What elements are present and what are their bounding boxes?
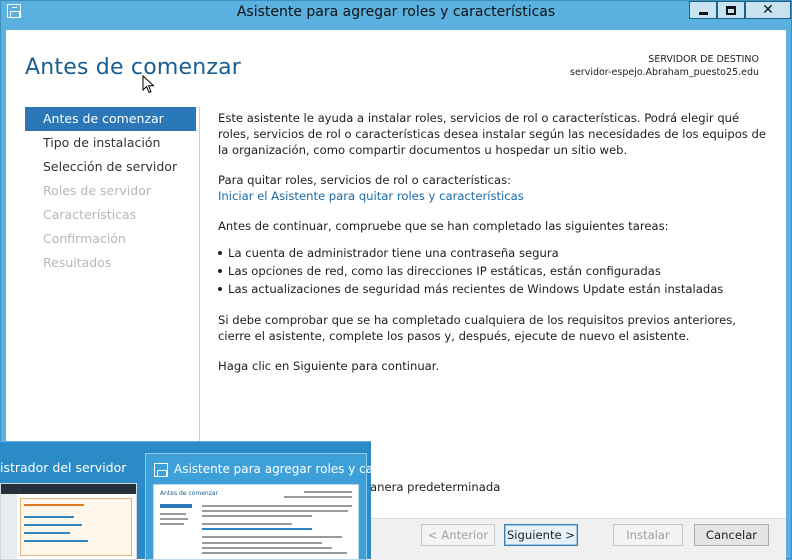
thumbnail-sidebar — [1, 494, 17, 559]
thumbnail-line — [202, 523, 292, 525]
thumbnail-line — [160, 513, 186, 515]
remove-section: Para quitar roles, servicios de rol o ca… — [218, 172, 770, 204]
list-item: Las actualizaciones de seguridad más rec… — [218, 280, 770, 298]
thumbnail-page-title: Antes de comenzar — [160, 490, 218, 497]
mouse-pointer-icon — [142, 75, 155, 94]
window-title: Asistente para agregar roles y caracterí… — [236, 4, 556, 20]
install-button[interactable]: Instalar — [613, 524, 683, 546]
thumbnail-header — [1, 484, 136, 494]
list-item: La cuenta de administrador tiene una con… — [218, 244, 770, 262]
intro-paragraph: Este asistente le ayuda a instalar roles… — [218, 111, 767, 157]
minimize-icon — [698, 11, 708, 15]
skip-page-by-default-label[interactable]: anera predeterminada — [370, 480, 500, 494]
thumbnail-line — [202, 505, 352, 507]
remove-roles-wizard-link[interactable]: Iniciar el Asistente para quitar roles y… — [218, 188, 770, 204]
minimize-button[interactable] — [689, 1, 717, 19]
thumbnail-wizard[interactable]: Asistente para agregar roles y ca... Ant… — [145, 453, 385, 560]
list-item: Las opciones de red, como las direccione… — [218, 262, 770, 280]
thumbnail-nav-active — [160, 504, 192, 508]
close-icon: ✕ — [762, 2, 774, 18]
tasks-list: La cuenta de administrador tiene una con… — [218, 244, 770, 298]
destination-server-label: SERVIDOR DE DESTINO — [648, 54, 759, 65]
nav-item-caracteristicas: Características — [43, 207, 137, 222]
nav-item-antes-de-comenzar[interactable]: Antes de comenzar — [25, 107, 196, 131]
previous-button[interactable]: < Anterior — [421, 524, 495, 546]
thumbnail-preview-server-manager[interactable] — [0, 483, 137, 560]
wizard-content: Este asistente le ayuda a instalar roles… — [218, 110, 770, 388]
thumbnail-line — [202, 542, 322, 544]
thumbnail-line — [202, 528, 312, 530]
continue-hint: Haga clic en Siguiente para continuar. — [218, 359, 440, 373]
thumbnail-line — [202, 510, 348, 512]
thumbnail-line — [24, 524, 82, 526]
nav-item-roles-de-servidor: Roles de servidor — [43, 183, 151, 198]
thumbnail-line — [160, 518, 188, 520]
thumbnail-line — [304, 491, 352, 493]
wizard-steps-nav: Antes de comenzar Tipo de instalación Se… — [25, 107, 196, 275]
remove-label: Para quitar roles, servicios de rol o ca… — [218, 173, 512, 187]
maximize-button[interactable] — [717, 1, 745, 19]
thumbnail-line — [24, 540, 88, 542]
thumbnail-line — [24, 504, 84, 506]
thumbnail-quickstart-box — [20, 498, 132, 556]
page-title: Antes de comenzar — [25, 55, 242, 80]
close-button[interactable]: ✕ — [745, 1, 791, 19]
thumbnail-line — [24, 516, 74, 518]
nav-item-resultados: Resultados — [43, 255, 112, 270]
thumbnail-line — [202, 515, 312, 517]
tasks-intro: Antes de continuar, compruebe que se han… — [218, 219, 669, 233]
cancel-button[interactable]: Cancelar — [694, 524, 769, 546]
taskbar-thumbnail-popup: istrador del servidor Asistente para agr… — [0, 441, 385, 560]
title-bar[interactable]: Asistente para agregar roles y caracterí… — [1, 1, 791, 25]
next-button[interactable]: Siguiente > — [504, 524, 578, 546]
maximize-icon — [726, 5, 736, 15]
thumbnail-line — [202, 547, 332, 549]
thumbnail-title-server-manager[interactable]: istrador del servidor — [0, 460, 126, 475]
destination-server-name: servidor-espejo.Abraham_puesto25.edu — [570, 67, 759, 78]
nav-item-confirmacion: Confirmación — [43, 231, 126, 246]
thumbnail-line — [284, 496, 352, 498]
nav-item-tipo-de-instalacion[interactable]: Tipo de instalación — [25, 131, 196, 155]
requirements-paragraph: Si debe comprobar que se ha completado c… — [218, 313, 736, 343]
thumbnail-line — [160, 523, 184, 525]
wizard-app-icon — [154, 463, 168, 477]
thumbnail-preview-wizard: Antes de comenzar — [153, 484, 359, 560]
thumbnail-line — [24, 532, 70, 534]
thumbnail-line — [202, 536, 342, 538]
thumbnail-line — [202, 552, 347, 554]
nav-item-seleccion-de-servidor[interactable]: Selección de servidor — [25, 155, 196, 179]
thumbnail-title-wizard: Asistente para agregar roles y ca... — [174, 462, 385, 476]
